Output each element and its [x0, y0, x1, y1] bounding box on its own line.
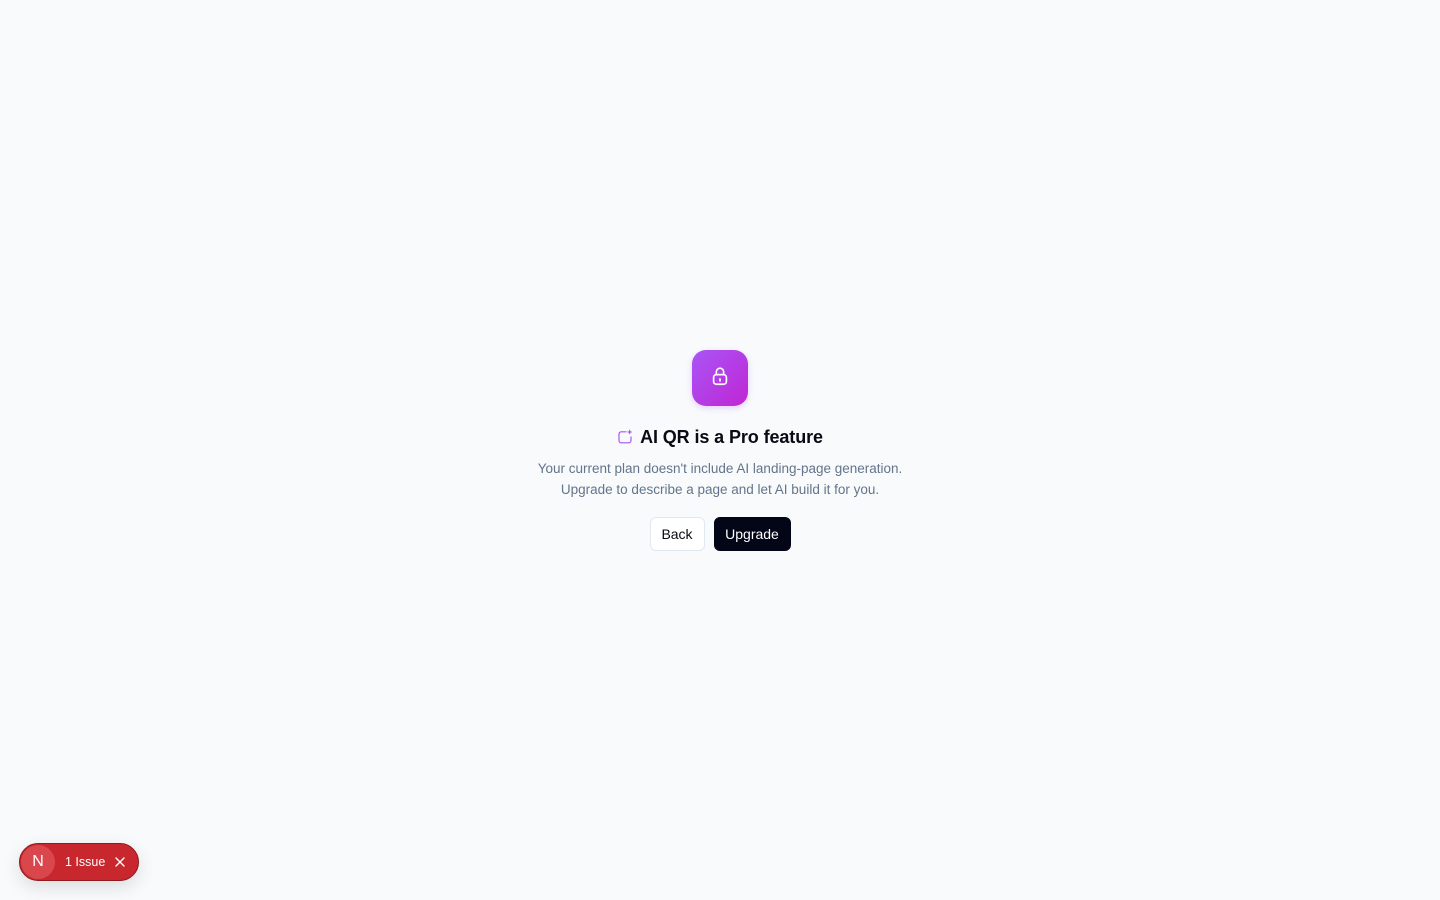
lock-icon — [709, 365, 731, 392]
page-title: AI QR is a Pro feature — [640, 427, 823, 447]
description-line: Your current plan doesn't include AI lan… — [537, 461, 903, 476]
close-icon[interactable] — [113, 855, 127, 869]
nextjs-logo-icon[interactable]: N — [21, 845, 55, 879]
page: AI QR is a Pro feature Your current plan… — [0, 0, 1440, 900]
pro-feature-gate: AI QR is a Pro feature Your current plan… — [0, 350, 1440, 551]
back-button[interactable]: Back — [649, 517, 705, 551]
issue-count-label[interactable]: 1 Issue — [65, 855, 105, 869]
title-row: AI QR is a Pro feature — [617, 426, 823, 448]
dev-issues-badge[interactable]: N 1 Issue — [19, 843, 139, 881]
upgrade-button[interactable]: Upgrade — [713, 517, 791, 551]
description-line: Upgrade to describe a page and let AI bu… — [560, 482, 880, 497]
lock-tile — [692, 350, 748, 406]
sparkle-square-icon — [617, 429, 633, 445]
feature-description: Your current plan doesn't include AI lan… — [538, 458, 903, 500]
action-buttons: Back Upgrade — [649, 517, 791, 551]
